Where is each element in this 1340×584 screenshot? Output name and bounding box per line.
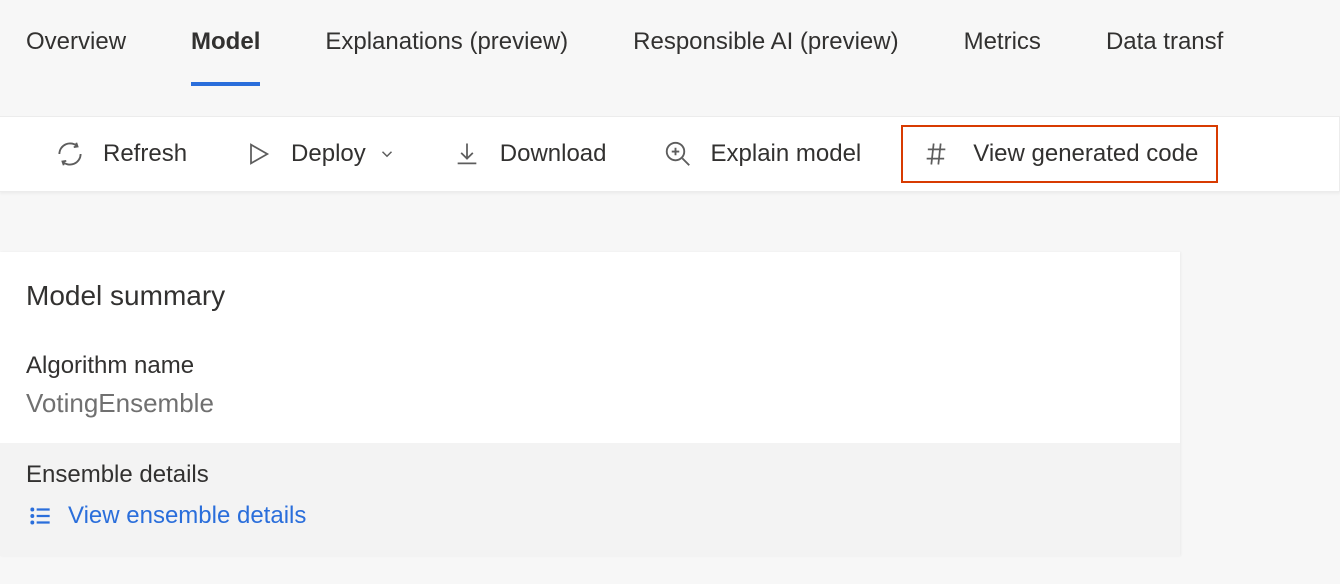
deploy-button[interactable]: Deploy — [243, 139, 396, 169]
ensemble-details-section: Ensemble details View ensemble details — [0, 443, 1180, 556]
algorithm-name-label: Algorithm name — [26, 352, 1180, 380]
tab-model[interactable]: Model — [191, 28, 260, 86]
card-title: Model summary — [26, 280, 1180, 312]
view-ensemble-details-link[interactable]: View ensemble details — [26, 501, 306, 531]
view-generated-code-button[interactable]: View generated code — [901, 125, 1218, 183]
hash-icon — [921, 139, 951, 169]
tab-explanations[interactable]: Explanations (preview) — [325, 28, 568, 86]
download-label: Download — [500, 140, 607, 168]
ensemble-details-label: Ensemble details — [26, 461, 1180, 489]
list-icon — [26, 501, 56, 531]
tab-data-transf[interactable]: Data transf — [1106, 28, 1223, 86]
zoom-in-icon — [663, 139, 693, 169]
tab-overview[interactable]: Overview — [26, 28, 126, 86]
tabs-bar: Overview Model Explanations (preview) Re… — [0, 0, 1340, 86]
chevron-down-icon — [378, 145, 396, 163]
download-icon — [452, 139, 482, 169]
view-code-label: View generated code — [973, 140, 1198, 168]
algorithm-name-value: VotingEnsemble — [26, 388, 1180, 419]
refresh-button[interactable]: Refresh — [55, 139, 187, 169]
refresh-label: Refresh — [103, 140, 187, 168]
toolbar: Refresh Deploy Download Ex — [0, 116, 1340, 192]
play-icon — [243, 139, 273, 169]
model-summary-card: Model summary Algorithm name VotingEnsem… — [0, 252, 1180, 556]
deploy-label: Deploy — [291, 140, 366, 168]
tab-metrics[interactable]: Metrics — [964, 28, 1041, 86]
tab-responsible-ai[interactable]: Responsible AI (preview) — [633, 28, 898, 86]
download-button[interactable]: Download — [452, 139, 607, 169]
explain-model-button[interactable]: Explain model — [663, 139, 862, 169]
ensemble-link-text: View ensemble details — [68, 502, 306, 530]
refresh-icon — [55, 139, 85, 169]
explain-label: Explain model — [711, 140, 862, 168]
